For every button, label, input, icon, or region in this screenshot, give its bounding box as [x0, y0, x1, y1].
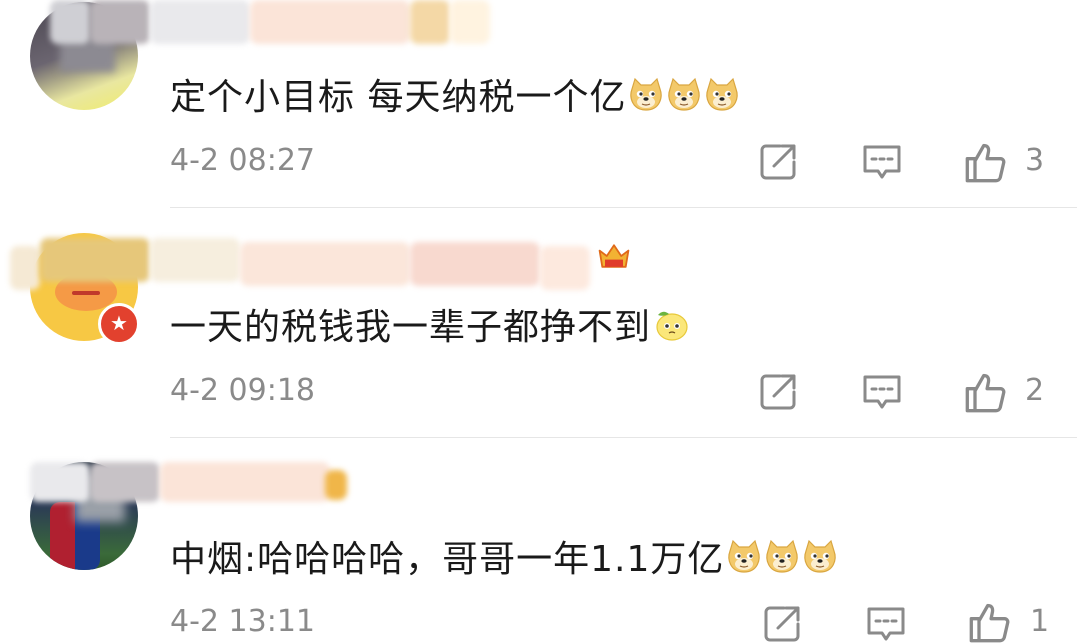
comment-icon[interactable] [866, 604, 906, 644]
doge-emoji-icon [706, 77, 739, 111]
comment-text: 中烟:哈哈哈哈，哥哥一年1.1万亿 [170, 530, 838, 582]
like-count: 3 [1025, 143, 1045, 178]
divider [170, 437, 1077, 438]
doge-emoji-icon [630, 77, 663, 111]
pleading-lemon-emoji-icon [656, 311, 688, 341]
divider [170, 207, 1077, 208]
doge-emoji-icon [626, 77, 740, 118]
doge-emoji-icon [766, 539, 799, 573]
username-blurred[interactable] [10, 238, 630, 290]
comment-text: 一天的税钱我一辈子都挣不到 [170, 298, 689, 350]
vip-badge-icon: ★ [98, 303, 140, 345]
comment-time: 4-2 09:18 [170, 373, 315, 408]
comment-text: 定个小目标 每天纳税一个亿 [170, 68, 740, 120]
like-count: 2 [1025, 373, 1045, 408]
share-icon[interactable] [762, 604, 802, 644]
doge-emoji-icon [804, 539, 837, 573]
comment-icon[interactable] [862, 372, 902, 412]
share-icon[interactable] [758, 372, 798, 412]
thumbs-up-icon[interactable] [964, 370, 1008, 414]
doge-emoji-icon [724, 539, 838, 580]
doge-emoji-icon [668, 77, 701, 111]
comment-time: 4-2 08:27 [170, 143, 315, 178]
doge-emoji-icon [728, 539, 761, 573]
share-icon[interactable] [758, 142, 798, 182]
comment-icon[interactable] [862, 142, 902, 182]
username-blurred[interactable] [30, 462, 360, 502]
username-blurred[interactable] [40, 0, 500, 44]
comment-time: 4-2 13:11 [170, 604, 315, 639]
thumbs-up-icon[interactable] [968, 600, 1012, 644]
pleading-lemon-emoji-icon [651, 307, 689, 348]
crown-badge-icon [598, 244, 630, 268]
thumbs-up-icon[interactable] [964, 140, 1008, 184]
like-count: 1 [1030, 604, 1050, 639]
